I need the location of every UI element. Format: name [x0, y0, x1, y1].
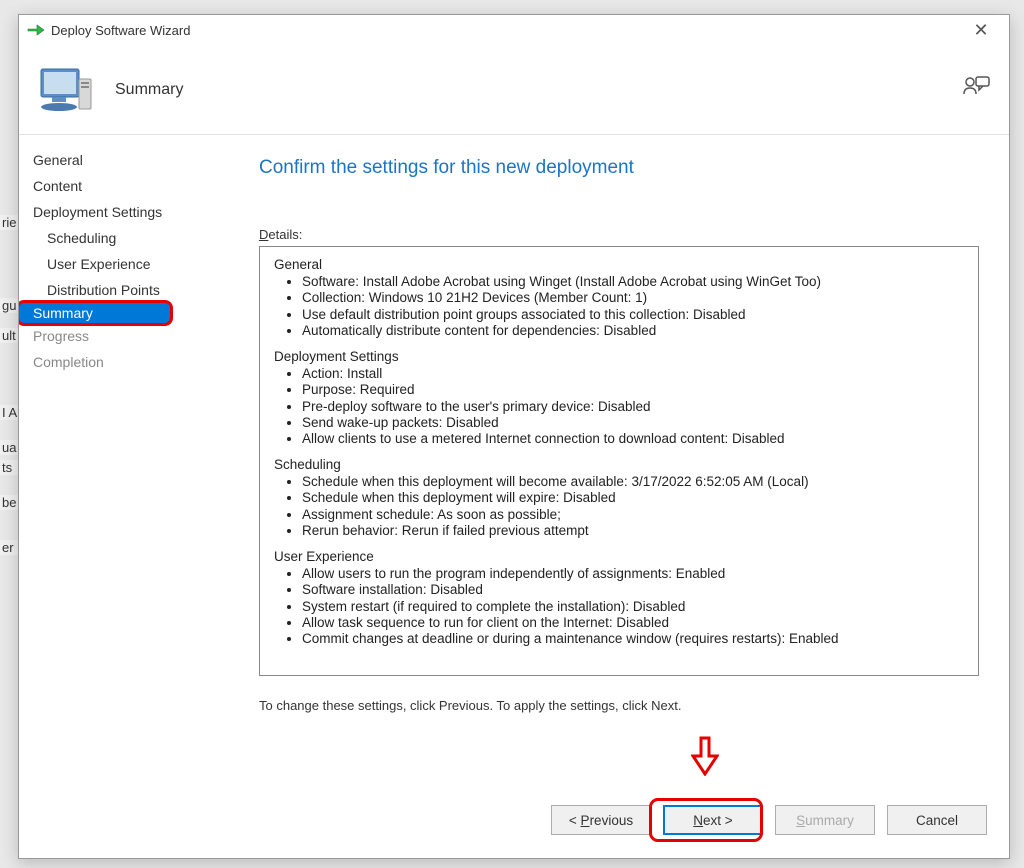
nav-item-progress: Progress: [19, 323, 221, 349]
details-section-title: User Experience: [274, 549, 972, 565]
details-section-title: General: [274, 257, 972, 273]
details-line: System restart (if required to complete …: [302, 599, 972, 615]
content-heading: Confirm the settings for this new deploy…: [259, 157, 979, 179]
next-button[interactable]: Next >: [663, 805, 763, 835]
details-line: Allow task sequence to run for client on…: [302, 615, 972, 631]
titlebar: Deploy Software Wizard ✕: [19, 15, 1009, 45]
details-line: Pre-deploy software to the user's primar…: [302, 399, 972, 415]
cancel-button[interactable]: Cancel: [887, 805, 987, 835]
details-section-title: Scheduling: [274, 457, 972, 473]
details-label: Details:: [259, 227, 979, 242]
details-line: Assignment schedule: As soon as possible…: [302, 507, 972, 523]
content-area: Confirm the settings for this new deploy…: [221, 135, 1009, 782]
deploy-software-wizard-dialog: Deploy Software Wizard ✕ Summary: [18, 14, 1010, 859]
details-textbox[interactable]: GeneralSoftware: Install Adobe Acrobat u…: [259, 246, 979, 676]
wizard-nav-sidebar: GeneralContentDeployment SettingsSchedul…: [19, 135, 221, 782]
details-line: Schedule when this deployment will expir…: [302, 490, 972, 506]
details-line: Software installation: Disabled: [302, 582, 972, 598]
window-title: Deploy Software Wizard: [51, 23, 961, 38]
close-button[interactable]: ✕: [961, 16, 1001, 44]
button-bar: < Previous Next > Summary Cancel: [19, 782, 1009, 858]
details-section-list: Software: Install Adobe Acrobat using Wi…: [274, 274, 972, 339]
nav-item-scheduling[interactable]: Scheduling: [19, 225, 221, 251]
details-line: Allow clients to use a metered Internet …: [302, 431, 972, 447]
wizard-arrow-icon: [27, 23, 45, 37]
details-line: Send wake-up packets: Disabled: [302, 415, 972, 431]
details-section-list: Action: InstallPurpose: RequiredPre-depl…: [274, 366, 972, 447]
nav-item-completion: Completion: [19, 349, 221, 375]
details-line: Software: Install Adobe Acrobat using Wi…: [302, 274, 972, 290]
details-line: Commit changes at deadline or during a m…: [302, 631, 972, 647]
details-line: Rerun behavior: Rerun if failed previous…: [302, 523, 972, 539]
header-panel: Summary: [19, 45, 1009, 135]
details-line: Action: Install: [302, 366, 972, 382]
details-line: Collection: Windows 10 21H2 Devices (Mem…: [302, 290, 972, 306]
details-section-list: Schedule when this deployment will becom…: [274, 474, 972, 539]
details-section-title: Deployment Settings: [274, 349, 972, 365]
details-line: Schedule when this deployment will becom…: [302, 474, 972, 490]
page-title: Summary: [115, 81, 961, 99]
details-line: Use default distribution point groups as…: [302, 307, 972, 323]
nav-item-user-experience[interactable]: User Experience: [19, 251, 221, 277]
nav-item-deployment-settings[interactable]: Deployment Settings: [19, 199, 221, 225]
feedback-icon[interactable]: [961, 74, 991, 105]
nav-item-content[interactable]: Content: [19, 173, 221, 199]
hint-text: To change these settings, click Previous…: [259, 698, 979, 713]
body-area: GeneralContentDeployment SettingsSchedul…: [19, 135, 1009, 782]
details-line: Allow users to run the program independe…: [302, 566, 972, 582]
details-line: Automatically distribute content for dep…: [302, 323, 972, 339]
computer-icon: [37, 65, 93, 115]
nav-item-general[interactable]: General: [19, 147, 221, 173]
summary-button: Summary: [775, 805, 875, 835]
details-line: Purpose: Required: [302, 382, 972, 398]
details-section-list: Allow users to run the program independe…: [274, 566, 972, 647]
previous-button[interactable]: < Previous: [551, 805, 651, 835]
